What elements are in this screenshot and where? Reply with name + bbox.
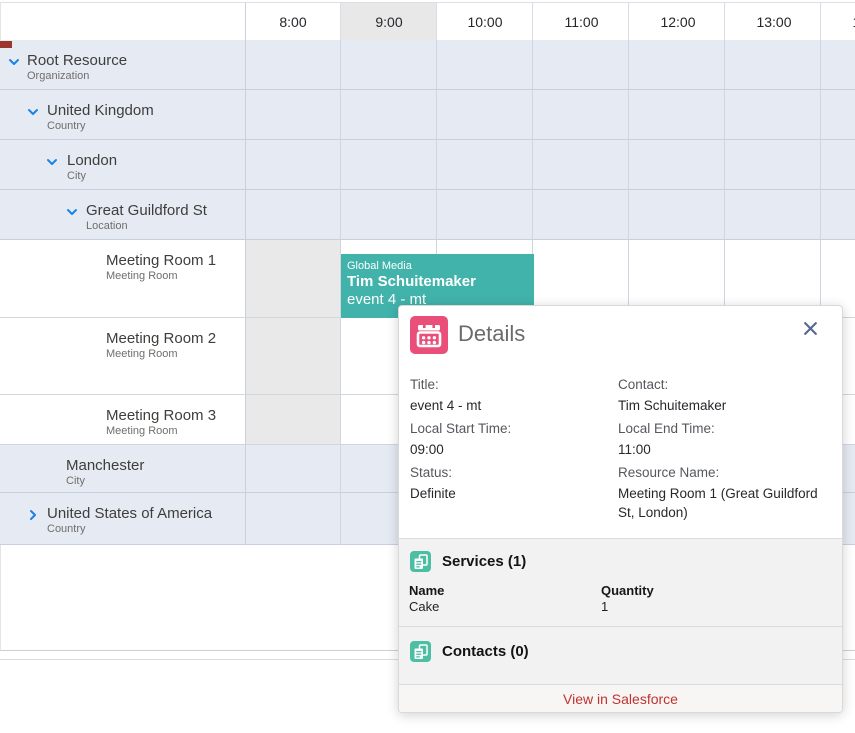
tree-item-usa[interactable]: United States of America: [47, 505, 212, 522]
tree-item-type: Meeting Room: [106, 270, 178, 282]
popup-title: Details: [458, 321, 525, 347]
tree-grid-separator: [245, 3, 246, 545]
tree-item-great-guildford-st[interactable]: Great Guildford St: [86, 202, 207, 219]
header-gridlines: [245, 3, 855, 40]
scheduler-screen: 8:00 9:00 10:00 11:00 12:00 13:00 14:00 …: [0, 0, 855, 733]
calendar-icon: [410, 316, 448, 354]
tree-item-root-resource[interactable]: Root Resource: [27, 52, 127, 69]
tree-item-united-kingdom[interactable]: United Kingdom: [47, 102, 154, 119]
report-icon: [410, 641, 431, 662]
chevron-down-icon[interactable]: [45, 155, 59, 169]
tree-item-type: Meeting Room: [106, 425, 178, 437]
popup-footer: View in Salesforce: [399, 684, 842, 713]
event-contact: Tim Schuitemaker: [347, 273, 530, 291]
chevron-down-icon[interactable]: [7, 55, 21, 69]
services-col-quantity: Quantity: [601, 583, 654, 598]
tree-item-type: Location: [86, 220, 128, 232]
event-account: Global Media: [347, 260, 530, 273]
details-popup: Details Title: event 4 - mt Contact: Tim…: [398, 305, 843, 713]
field-status: Status: Definite: [410, 465, 610, 503]
nonworking-cell-mr3: [245, 395, 341, 444]
tree-item-type: Meeting Room: [106, 348, 178, 360]
field-contact: Contact: Tim Schuitemaker: [618, 377, 818, 415]
tree-item-type: City: [66, 475, 85, 487]
tree-item-meeting-room-2[interactable]: Meeting Room 2: [106, 330, 216, 347]
tree-item-meeting-room-1[interactable]: Meeting Room 1: [106, 252, 216, 269]
contacts-section[interactable]: Contacts (0): [399, 626, 842, 684]
grid-row-london: [0, 140, 855, 190]
contacts-title: Contacts (0): [442, 643, 529, 660]
field-title: Title: event 4 - mt: [410, 377, 610, 415]
report-icon: [410, 551, 431, 572]
tree-item-type: Organization: [27, 70, 89, 82]
field-resource-name: Resource Name: Meeting Room 1 (Great Gui…: [618, 465, 834, 522]
chevron-down-icon[interactable]: [26, 105, 40, 119]
chevron-down-icon[interactable]: [65, 205, 79, 219]
tree-item-type: Country: [47, 523, 86, 535]
close-icon[interactable]: [803, 321, 821, 339]
services-col-name: Name: [409, 583, 444, 598]
service-row-name: Cake: [409, 599, 439, 614]
view-in-salesforce-link[interactable]: View in Salesforce: [563, 691, 678, 707]
field-local-start-time: Local Start Time: 09:00: [410, 421, 610, 459]
chevron-right-icon[interactable]: [26, 508, 40, 522]
services-title: Services (1): [442, 553, 526, 570]
tree-item-london[interactable]: London: [67, 152, 117, 169]
field-local-end-time: Local End Time: 11:00: [618, 421, 818, 459]
service-row-quantity: 1: [601, 599, 608, 614]
utilization-marker: [0, 41, 12, 48]
tree-item-meeting-room-3[interactable]: Meeting Room 3: [106, 407, 216, 424]
grid-row-root-resource: [0, 40, 855, 90]
tree-item-type: City: [67, 170, 86, 182]
tree-item-manchester[interactable]: Manchester: [66, 457, 144, 474]
tree-item-type: Country: [47, 120, 86, 132]
nonworking-cell-mr1: [245, 240, 341, 317]
services-section[interactable]: Services (1) Name Quantity Cake 1: [399, 538, 842, 626]
nonworking-cell-mr2: [245, 318, 341, 394]
